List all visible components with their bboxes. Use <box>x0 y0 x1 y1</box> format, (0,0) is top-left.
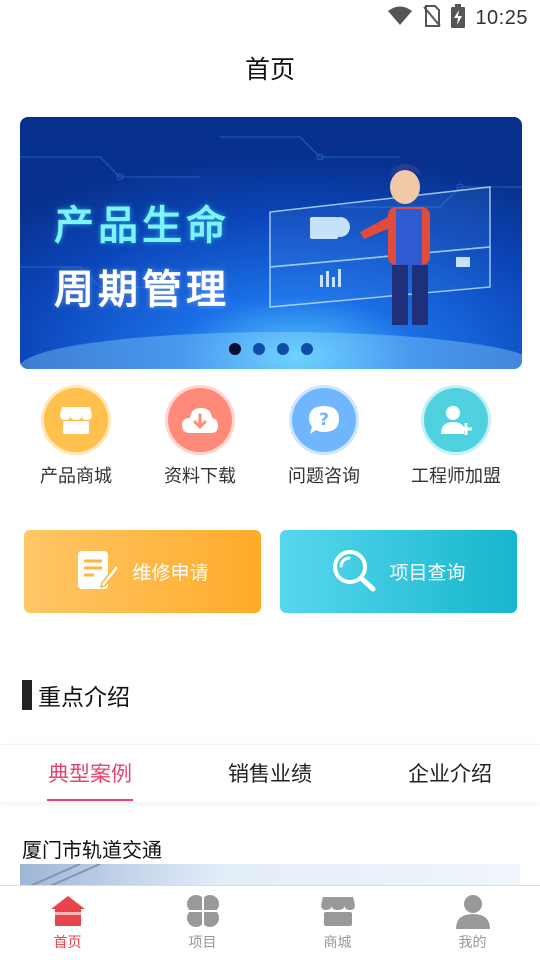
battery-charging-icon <box>451 4 466 32</box>
wifi-icon <box>387 6 413 30</box>
home-icon <box>48 892 88 930</box>
banner-headline-2: 周期管理 <box>54 267 230 313</box>
project-query-card[interactable]: 项目查询 <box>280 530 517 613</box>
active-tab-indicator <box>47 799 133 801</box>
clover-icon <box>183 892 223 930</box>
nav-label: 我的 <box>458 935 487 951</box>
nav-label: 项目 <box>188 935 217 951</box>
section-title-text: 重点介绍 <box>38 685 130 711</box>
entry-download[interactable]: 资料下载 <box>130 388 270 488</box>
banner-dot[interactable] <box>301 343 313 355</box>
nav-home[interactable]: 首页 <box>0 892 135 952</box>
nav-label: 商城 <box>323 935 352 951</box>
tab-company-intro[interactable]: 企业介绍 <box>360 745 540 803</box>
banner-carousel[interactable]: 产品生命 周期管理 <box>20 117 522 369</box>
entry-label: 工程师加盟 <box>411 466 501 487</box>
case-image[interactable] <box>20 864 520 886</box>
repair-request-card[interactable]: 维修申请 <box>24 530 261 613</box>
banner-dot[interactable] <box>229 343 241 355</box>
nav-profile[interactable]: 我的 <box>405 892 540 952</box>
entry-label: 问题咨询 <box>288 466 360 487</box>
question-chat-icon: ? <box>292 388 356 452</box>
status-bar: 10:25 <box>0 0 540 36</box>
entry-label: 资料下载 <box>164 466 236 487</box>
repair-request-label: 维修申请 <box>132 562 209 584</box>
nav-store[interactable]: 商城 <box>270 892 405 952</box>
banner-headline-1: 产品生命 <box>54 203 230 249</box>
nav-label: 首页 <box>53 935 82 951</box>
bottom-navigation: 首页 项目 商城 我的 <box>0 885 540 960</box>
case-title[interactable]: 厦门市轨道交通 <box>22 834 162 863</box>
add-user-icon <box>424 388 488 452</box>
page-title: 首页 <box>244 55 295 84</box>
project-query-label: 项目查询 <box>389 562 466 584</box>
nav-projects[interactable]: 项目 <box>135 892 270 952</box>
store-icon <box>318 892 358 930</box>
status-time: 10:25 <box>475 6 528 29</box>
entry-product-mall[interactable]: 产品商城 <box>6 388 146 488</box>
quick-entries: 产品商城 资料下载 ? 问题咨询 工程师加盟 <box>0 388 540 498</box>
tab-sales-performance[interactable]: 销售业绩 <box>180 745 360 803</box>
edit-document-icon <box>76 549 121 595</box>
no-sim-icon <box>423 5 442 31</box>
profile-icon <box>453 892 493 930</box>
banner-dot[interactable] <box>253 343 265 355</box>
tab-typical-cases[interactable]: 典型案例 <box>0 745 180 803</box>
cloud-download-icon <box>168 388 232 452</box>
entry-engineer-join[interactable]: 工程师加盟 <box>386 388 526 488</box>
entry-consult[interactable]: ? 问题咨询 <box>254 388 394 488</box>
entry-label: 产品商城 <box>40 466 112 487</box>
section-marker <box>22 680 32 710</box>
section-title: 重点介绍 <box>22 680 130 711</box>
intro-tabs: 典型案例 销售业绩 企业介绍 <box>0 744 540 802</box>
svg-text:?: ? <box>319 410 329 430</box>
status-icons: 10:25 <box>387 4 528 32</box>
banner-dot[interactable] <box>277 343 289 355</box>
search-icon <box>331 548 377 596</box>
shop-icon <box>44 388 108 452</box>
banner-indicator <box>20 343 522 355</box>
